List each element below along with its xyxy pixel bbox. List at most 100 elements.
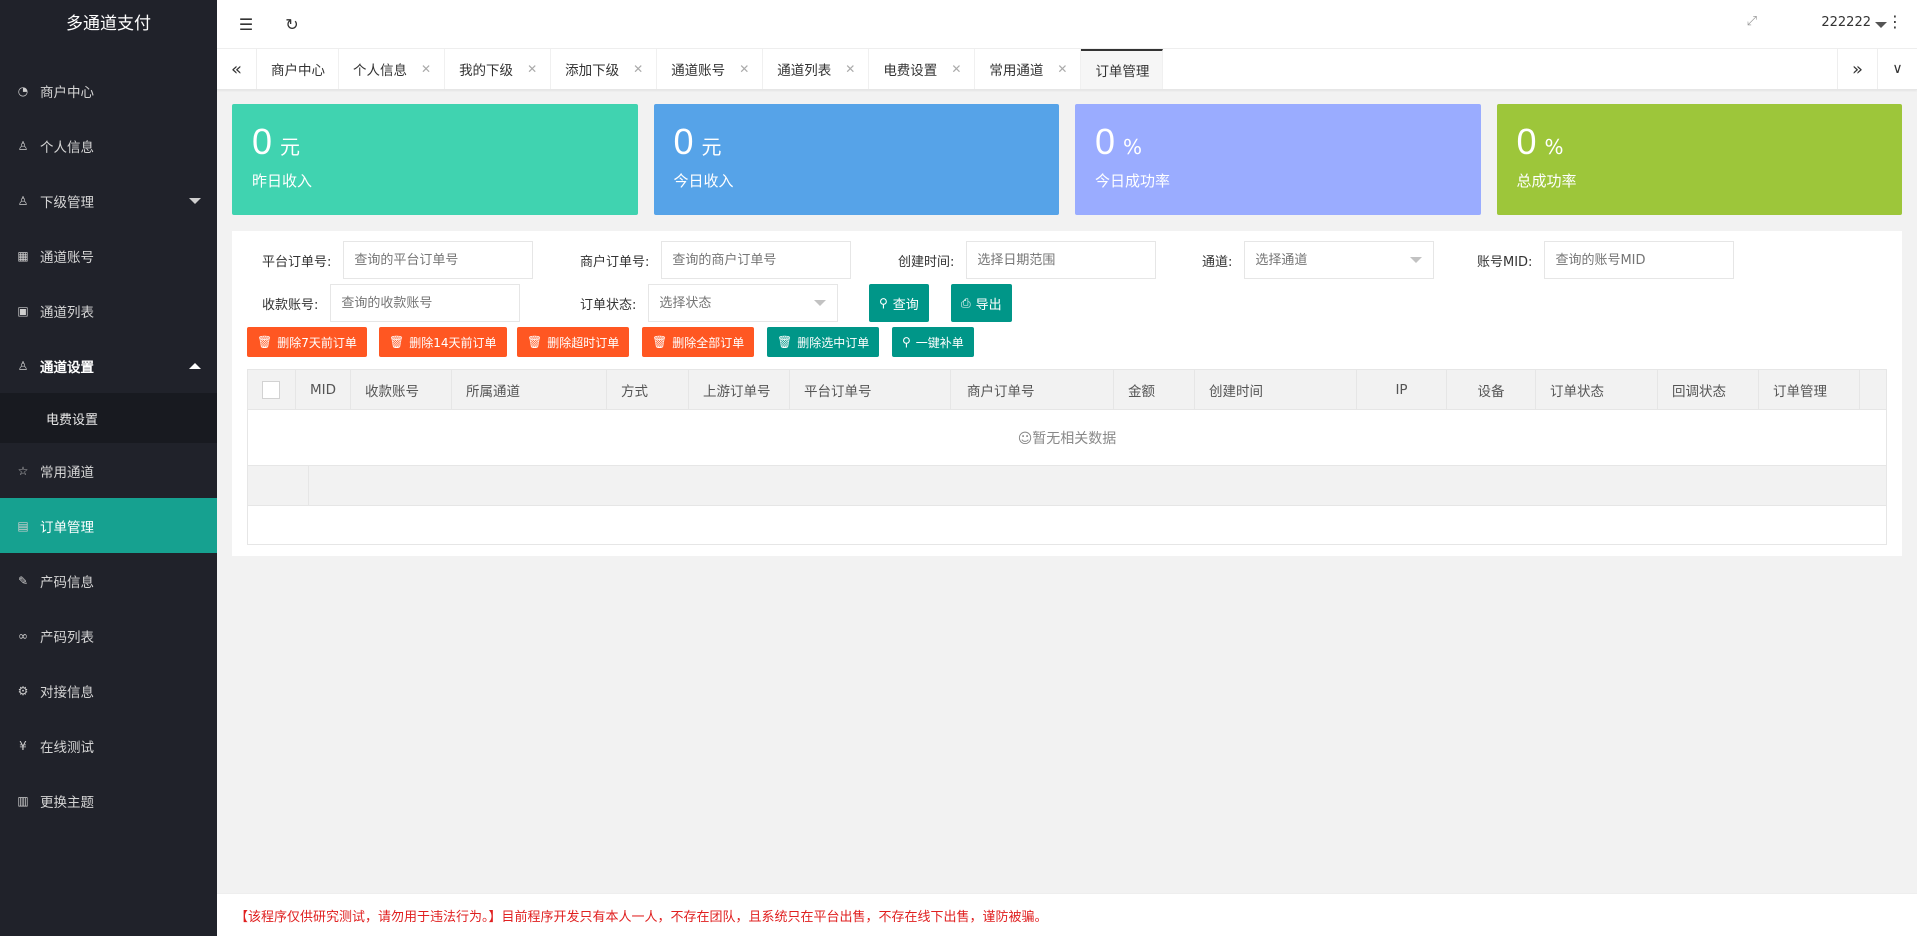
stat-label: 昨日收入 [252, 172, 313, 190]
one-click-fix-button[interactable]: ⚲ 一键补单 [892, 327, 974, 357]
fullscreen-icon[interactable]: ⤢ [1747, 14, 1757, 29]
filter-account-mid: 账号MID: [1477, 241, 1735, 279]
user-menu[interactable]: 222222 [1821, 15, 1871, 30]
column-header[interactable]: 回调状态 [1658, 370, 1759, 410]
sidebar-item-code-list[interactable]: ∞ 产码列表 [0, 608, 217, 663]
select-all-cell [248, 370, 296, 410]
column-header[interactable]: 所属通道 [452, 370, 607, 410]
order-status-select-input[interactable] [648, 284, 839, 322]
tab-label: 常用通道 [989, 63, 1044, 79]
sidebar-item-label: 订单管理 [40, 519, 94, 536]
column-header[interactable]: 收款账号 [351, 370, 452, 410]
tabs-scroll-right-icon[interactable]: » [1837, 49, 1877, 89]
sidebar-item-channel-accounts[interactable]: ▦ 通道账号 [0, 228, 217, 283]
column-header[interactable]: 订单管理 [1759, 370, 1860, 410]
more-vertical-icon[interactable]: ⋮ [1887, 12, 1903, 31]
merchant-order-input[interactable] [661, 241, 852, 279]
stat-card-total-success-rate: 0% 总成功率 [1496, 104, 1902, 215]
date-range-input[interactable] [966, 241, 1157, 279]
tab-channel-accounts[interactable]: 通道账号 ✕ [657, 49, 764, 89]
column-header[interactable]: 创建时间 [1195, 370, 1357, 410]
sidebar-item-online-test[interactable]: ¥ 在线测试 [0, 718, 217, 773]
footer-notice: 【该程序仅供研究测试，请勿用于违法行为。】目前程序开发只有本人一人，不存在团队，… [217, 893, 1917, 936]
delete-14-days-button[interactable]: 🗑 删除14天前订单 [379, 327, 507, 357]
chevron-up-icon [189, 362, 201, 369]
sidebar-item-label: 产码信息 [40, 574, 94, 591]
receive-account-input[interactable] [330, 284, 521, 322]
filter-label: 创建时间: [898, 254, 955, 270]
delete-7-days-button[interactable]: 🗑 删除7天前订单 [247, 327, 367, 357]
tab-add-subordinate[interactable]: 添加下级 ✕ [551, 49, 658, 89]
column-header[interactable]: 上游订单号 [689, 370, 790, 410]
query-button[interactable]: ⚲ 查询 [869, 284, 929, 322]
sidebar-item-common-channels[interactable]: ☆ 常用通道 [0, 443, 217, 498]
stat-label: 今日成功率 [1095, 172, 1171, 190]
stat-label: 今日收入 [673, 172, 734, 190]
tab-my-subordinates[interactable]: 我的下级 ✕ [445, 49, 552, 89]
sidebar-item-change-theme[interactable]: ▥ 更换主题 [0, 773, 217, 828]
stat-value: 0 [252, 121, 273, 162]
platform-order-input[interactable] [343, 241, 534, 279]
table-summary-row [248, 466, 1886, 506]
channel-select-input[interactable] [1244, 241, 1435, 279]
column-header[interactable]: 金额 [1114, 370, 1195, 410]
gear-icon: ⚙ [17, 683, 29, 698]
sidebar-subitem-electric-settings[interactable]: 电费设置 [0, 393, 217, 443]
column-header[interactable]: 设备 [1447, 370, 1536, 410]
sidebar-item-subordinates[interactable]: ♙ 下级管理 [0, 173, 217, 228]
trash-icon: 🗑 [777, 335, 793, 349]
sidebar-item-merchant-center[interactable]: ◔ 商户中心 [0, 63, 217, 118]
trash-icon: 🗑 [527, 335, 543, 349]
column-header[interactable]: 方式 [607, 370, 689, 410]
search-icon: ⚲ [879, 296, 888, 310]
close-icon[interactable]: ✕ [739, 62, 749, 76]
account-mid-input[interactable] [1544, 241, 1735, 279]
close-icon[interactable]: ✕ [527, 62, 537, 76]
order-status-select[interactable] [648, 284, 839, 322]
button-label: 一键补单 [915, 335, 964, 350]
close-icon[interactable]: ✕ [421, 62, 431, 76]
tab-order-management[interactable]: 订单管理 [1081, 49, 1164, 89]
column-header[interactable]: 平台订单号 [790, 370, 951, 410]
close-icon[interactable]: ✕ [1057, 62, 1067, 76]
tab-common-channels[interactable]: 常用通道 ✕ [975, 49, 1082, 89]
sidebar-item-order-management[interactable]: ▤ 订单管理 [0, 498, 217, 553]
sidebar-item-label: 通道账号 [40, 249, 94, 266]
delete-selected-button[interactable]: 🗑 删除选中订单 [767, 327, 880, 357]
channel-select[interactable] [1244, 241, 1435, 279]
tabs-menu-chevron-icon[interactable]: ∨ [1877, 49, 1917, 89]
menu-toggle-icon[interactable]: ☰ [234, 12, 258, 36]
column-header[interactable]: 商户订单号 [951, 370, 1114, 410]
tab-channel-list[interactable]: 通道列表 ✕ [763, 49, 870, 89]
delete-all-button[interactable]: 🗑 删除全部订单 [642, 327, 755, 357]
sidebar-item-integration-info[interactable]: ⚙ 对接信息 [0, 663, 217, 718]
chevron-down-icon[interactable] [1875, 22, 1887, 28]
column-header[interactable]: 订单状态 [1536, 370, 1658, 410]
sidebar-item-code-info[interactable]: ✎ 产码信息 [0, 553, 217, 608]
refresh-icon[interactable]: ↻ [280, 12, 304, 36]
select-all-checkbox[interactable] [262, 381, 280, 399]
column-header[interactable]: MID [296, 370, 351, 410]
tab-merchant-center[interactable]: 商户中心 [257, 49, 339, 89]
close-icon[interactable]: ✕ [845, 62, 855, 76]
stat-unit: 元 [280, 135, 301, 159]
filter-label: 收款账号: [262, 297, 319, 313]
close-icon[interactable]: ✕ [633, 62, 643, 76]
tab-label: 订单管理 [1095, 64, 1150, 80]
tabs-scroll-left-icon[interactable]: « [217, 49, 257, 89]
user-icon: ♙ [17, 138, 29, 153]
filter-channel: 通道: [1202, 241, 1435, 279]
users-icon: ♙ [17, 193, 29, 208]
delete-timeout-button[interactable]: 🗑 删除超时订单 [517, 327, 630, 357]
close-icon[interactable]: ✕ [951, 62, 961, 76]
export-button[interactable]: ⎙ 导出 [951, 284, 1012, 322]
tab-electric-settings[interactable]: 电费设置 ✕ [869, 49, 976, 89]
tab-profile[interactable]: 个人信息 ✕ [339, 49, 446, 89]
tab-label: 通道列表 [777, 63, 832, 79]
tab-label: 添加下级 [565, 63, 620, 79]
user-settings-icon: ♙ [17, 358, 29, 373]
column-header[interactable]: IP [1357, 370, 1447, 410]
sidebar-item-channel-settings[interactable]: ♙ 通道设置 [0, 338, 217, 393]
sidebar-item-profile[interactable]: ♙ 个人信息 [0, 118, 217, 173]
sidebar-item-channel-list[interactable]: ▣ 通道列表 [0, 283, 217, 338]
